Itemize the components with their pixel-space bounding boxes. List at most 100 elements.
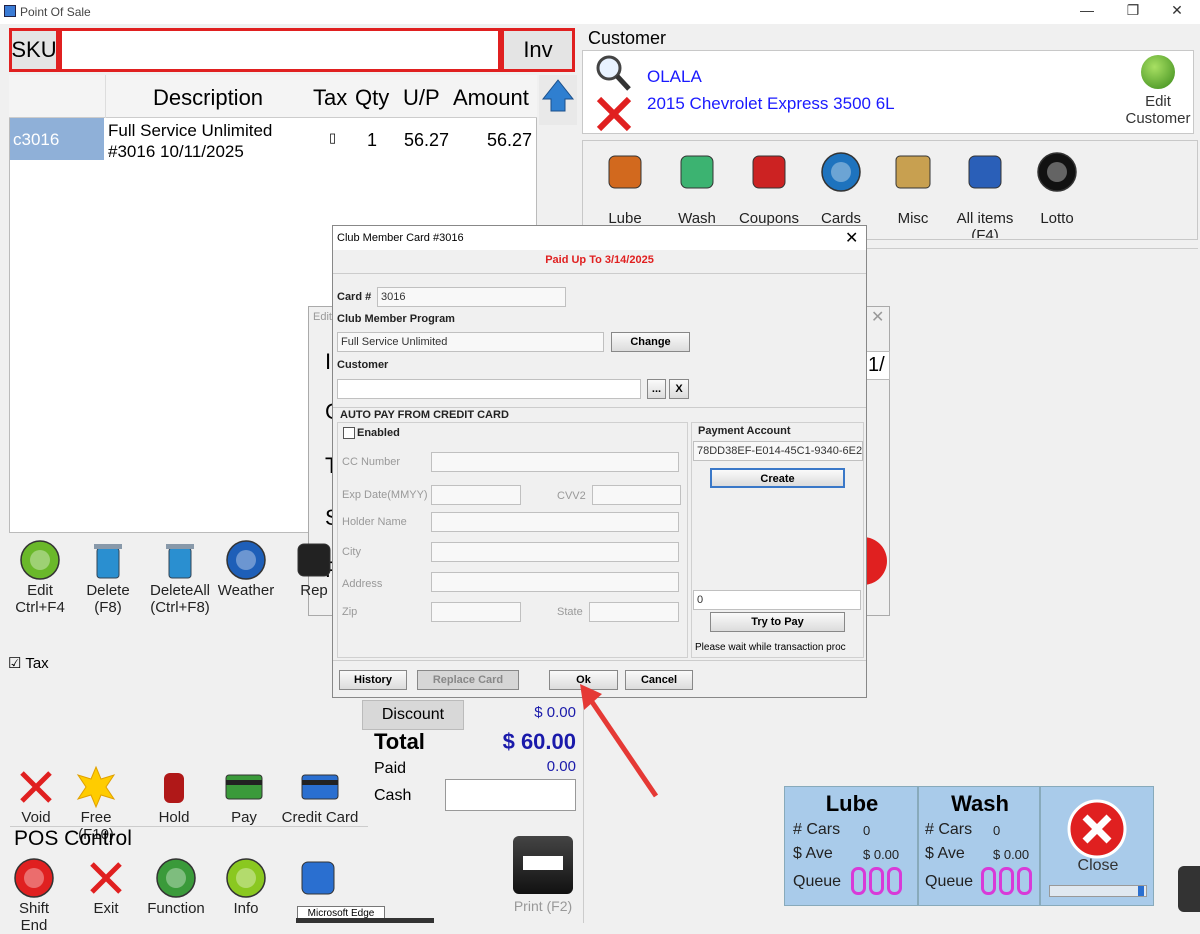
wash-icon	[680, 155, 714, 189]
change-button[interactable]: Change	[611, 332, 690, 352]
category-cards[interactable]: Cards	[806, 150, 876, 227]
cc-number-field[interactable]	[431, 452, 679, 472]
dialog-close-button[interactable]: ✕	[845, 228, 858, 248]
customer-field[interactable]	[337, 379, 641, 399]
search-customer-icon[interactable]	[593, 53, 633, 93]
cc-number-label: CC Number	[342, 456, 401, 468]
cash-input[interactable]	[445, 779, 576, 811]
paid-up-text: Paid Up To 3/14/2025	[545, 254, 654, 266]
header-qty: Qty	[355, 85, 390, 110]
tool-label: Edit	[27, 582, 53, 599]
state-field[interactable]	[589, 602, 679, 622]
trash-all-icon	[166, 544, 194, 579]
zip-field[interactable]	[431, 602, 521, 622]
category-sublabel: (F4)	[971, 227, 999, 238]
bg-dialog-close[interactable]: ✕	[871, 307, 884, 327]
row-desc-line2: #3016 10/11/2025	[108, 142, 244, 161]
pos-label: Function	[147, 900, 205, 917]
program-field[interactable]: Full Service Unlimited	[337, 332, 604, 352]
customer-vehicle[interactable]: 2015 Chevrolet Express 3500 6L	[647, 94, 895, 114]
edit-customer-icon	[1141, 55, 1175, 89]
category-wash[interactable]: Wash	[662, 150, 732, 227]
close-window-button[interactable]: ✕	[1162, 2, 1192, 19]
pos-info[interactable]: Info	[216, 856, 276, 917]
replace-card-button[interactable]: Replace Card	[417, 670, 519, 690]
side-tab-icon[interactable]	[1178, 866, 1200, 912]
category-lotto[interactable]: Lotto	[1022, 150, 1092, 227]
enabled-checkbox[interactable]: Enabled	[343, 427, 400, 440]
sku-label: SKU	[9, 28, 59, 72]
print-button[interactable]: Print (F2)	[508, 836, 578, 918]
history-button[interactable]: History	[339, 670, 407, 690]
pos-shift-end[interactable]: Shift End	[4, 856, 64, 934]
browse-customer-button[interactable]: ...	[647, 379, 666, 399]
state-label: State	[557, 606, 583, 618]
cvv-field[interactable]	[592, 485, 681, 505]
sku-input[interactable]	[59, 28, 501, 72]
action-credit-card[interactable]: Credit Card	[280, 765, 360, 826]
annotation-arrow-icon	[580, 684, 659, 798]
tool-shortcut: Ctrl+F4	[15, 599, 65, 616]
category-coupons[interactable]: Coupons	[734, 150, 804, 227]
city-field[interactable]	[431, 542, 679, 562]
lube-icon	[608, 155, 642, 189]
close-label: Close	[1077, 857, 1119, 874]
tax-checkbox[interactable]: ☑ Tax	[8, 654, 49, 672]
remove-customer-icon[interactable]	[595, 95, 633, 133]
up-arrow-icon	[541, 79, 575, 112]
close-counter[interactable]: Close	[1040, 786, 1154, 906]
lube-ave-label: $ Ave	[793, 845, 833, 862]
cards-icon	[821, 152, 861, 192]
action-toolbar: Void Free (F10) Hold Pay Credit Card	[0, 765, 370, 843]
action-hold[interactable]: Hold	[146, 765, 202, 826]
bg-letter: I	[325, 349, 332, 374]
card-number-label: Card #	[337, 291, 372, 303]
zip-label: Zip	[342, 606, 358, 618]
enabled-label: Enabled	[357, 427, 400, 439]
maximize-button[interactable]: ❐	[1118, 2, 1148, 19]
inv-button[interactable]: Inv	[501, 28, 575, 72]
edit-icon	[20, 540, 60, 580]
pos-users[interactable]	[288, 856, 348, 900]
category-all-items[interactable]: All items (F4)	[950, 150, 1020, 238]
header-up: U/P	[403, 85, 440, 110]
clear-customer-button[interactable]: X	[669, 379, 689, 399]
pos-exit[interactable]: Exit	[76, 856, 136, 917]
address-field[interactable]	[431, 572, 679, 592]
total-value: $ 60.00	[502, 729, 576, 754]
app-icon	[4, 5, 16, 17]
action-pay[interactable]: Pay	[216, 765, 272, 826]
exit-icon	[90, 862, 122, 894]
holder-name-field[interactable]	[431, 512, 679, 532]
city-label: City	[342, 546, 361, 558]
close-icon	[1067, 799, 1127, 859]
minimize-button[interactable]: —	[1072, 2, 1102, 18]
tool-trash[interactable]: Delete (F8)	[78, 538, 138, 616]
tool-trash-all[interactable]: DeleteAll (Ctrl+F8)	[142, 538, 218, 616]
try-to-pay-button[interactable]: Try to Pay	[710, 612, 845, 632]
create-button[interactable]: Create	[710, 468, 845, 488]
amount-field[interactable]: 0	[693, 590, 861, 610]
trash-icon	[94, 544, 122, 579]
category-lube[interactable]: Lube	[590, 150, 660, 227]
users-icon	[301, 861, 335, 895]
pos-function[interactable]: Function	[144, 856, 208, 917]
table-row[interactable]: c3016 Full Service Unlimited #3016 10/11…	[10, 118, 536, 162]
tool-weather[interactable]: Weather	[216, 538, 276, 599]
category-misc[interactable]: Misc	[878, 150, 948, 227]
payment-account-field[interactable]: 78DD38EF-E014-45C1-9340-6E2	[693, 441, 863, 461]
category-label: Lotto	[1040, 210, 1074, 227]
edit-customer-button[interactable]: Edit Customer	[1123, 53, 1193, 133]
customer-name[interactable]: OLALA	[647, 67, 702, 87]
card-number-field[interactable]: 3016	[377, 287, 566, 307]
tool-edit[interactable]: Edit Ctrl+F4	[10, 538, 70, 616]
line-tools: Edit Ctrl+F4 Delete (F8) DeleteAll (Ctrl+F8) W…	[0, 538, 331, 628]
tool-label: DeleteAll	[149, 582, 211, 599]
scroll-up-button[interactable]	[539, 75, 577, 125]
action-void[interactable]: Void	[8, 765, 64, 826]
dialog-title: Club Member Card #3016	[337, 232, 464, 244]
discount-button[interactable]: Discount	[362, 700, 464, 730]
shift-end-icon	[14, 858, 54, 898]
exp-date-field[interactable]	[431, 485, 521, 505]
coupons-icon	[752, 155, 786, 189]
